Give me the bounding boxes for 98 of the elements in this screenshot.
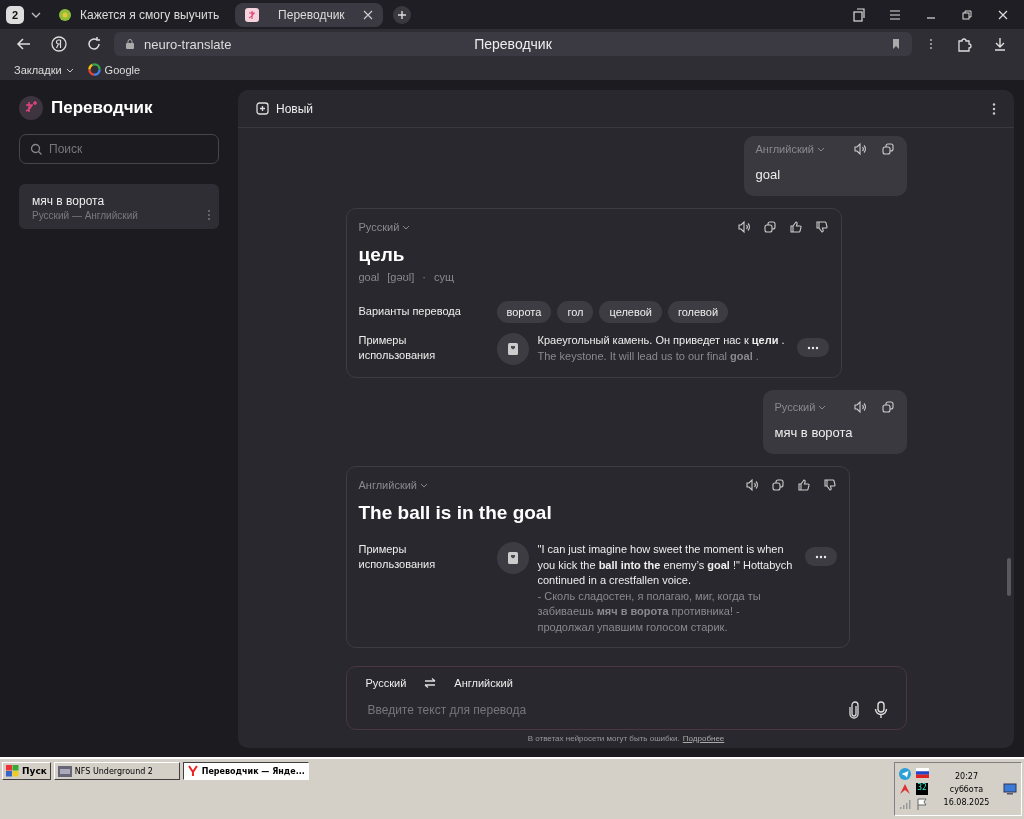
clock-time: 20:27 [954, 771, 979, 781]
tab-count[interactable]: 2 [6, 5, 24, 24]
book-icon [496, 333, 529, 365]
variant-chip[interactable]: ворота [496, 301, 552, 323]
new-tab-icon[interactable] [393, 5, 412, 24]
app-title: Переводчик [51, 98, 153, 118]
flag-icon[interactable] [916, 798, 928, 810]
section-label: Варианты перевода [358, 304, 462, 320]
language-select[interactable]: Русский [358, 221, 411, 233]
query-text: goal [755, 167, 782, 182]
variant-chip[interactable]: гол [557, 301, 594, 323]
bookmarks-folder[interactable]: Закладки [14, 63, 74, 76]
browser-tab[interactable]: Кажется я смогу выучить [48, 2, 230, 27]
download-icon[interactable] [992, 36, 1008, 52]
thumbs-down-icon[interactable] [814, 220, 829, 234]
windows-logo-icon [6, 765, 19, 777]
section-label: Примеры использования [358, 333, 437, 364]
tray-counter[interactable]: 32 [916, 783, 928, 795]
lock-icon [124, 38, 136, 50]
variant-chip[interactable]: целевой [599, 301, 662, 323]
url-text: neuro-translate [144, 36, 232, 52]
translation-input[interactable]: Введите текст для перевода [365, 702, 834, 718]
word-info: · [422, 271, 426, 283]
start-button[interactable]: Пуск [2, 762, 51, 780]
taskbar-button[interactable]: NFS Underground 2 [53, 762, 180, 780]
search-icon [30, 143, 43, 156]
microphone-icon[interactable] [873, 701, 888, 719]
example-sentence: "I can just imagine how sweet the moment is when you kick the ball into the enemy’s goal !" Hottabych continued in a crestfallen voice. [537, 542, 794, 588]
browser-tab[interactable]: Переводчик [235, 2, 384, 27]
example-translation: - Сколь сладостен, я полагаю, миг, когда ты забиваешь мяч в ворота противника! - продолжал упавшим голосом старик. [537, 588, 762, 635]
thumbs-up-icon[interactable] [788, 220, 803, 234]
more-icon [806, 345, 819, 350]
collections-icon[interactable] [852, 7, 866, 22]
more-icon[interactable] [992, 101, 996, 116]
monitor-icon[interactable] [1003, 783, 1017, 795]
thumbs-down-icon[interactable] [822, 478, 837, 492]
arrow-logo-icon[interactable] [899, 783, 911, 795]
variant-chip[interactable]: голевой [667, 301, 729, 323]
swap-icon[interactable] [424, 678, 437, 688]
taskbar-button[interactable]: Переводчик — Янде... [182, 762, 309, 780]
book-icon [496, 542, 529, 574]
example-sentence: Краеугольный камень. Он приведет нас к цели . [537, 333, 786, 348]
bookmark-link[interactable]: Google [87, 63, 141, 76]
speaker-icon[interactable] [736, 220, 751, 234]
scrollbar-thumb[interactable] [1007, 558, 1011, 596]
clock-day: суббота [949, 784, 984, 794]
speaker-icon[interactable] [744, 478, 759, 492]
chevron-down-icon [420, 481, 428, 489]
word-info: [gəʊl] [387, 271, 415, 283]
paperclip-icon[interactable] [847, 701, 860, 719]
address-bar[interactable]: neuro-translate Переводчик [114, 32, 912, 56]
word-info: сущ [434, 271, 455, 283]
plus-square-icon [256, 102, 269, 115]
history-title: мяч в ворота [32, 194, 106, 208]
example-translation: The keystone. It will lead us to our final goal . [537, 348, 760, 364]
clock-date: 16.08.2025 [943, 797, 990, 807]
game-icon [57, 765, 72, 777]
translated-phrase: The ball is in the goal [358, 502, 553, 524]
copy-icon[interactable] [770, 478, 785, 492]
disclaimer-text: В ответах нейросети могут быть ошибки. [527, 734, 680, 743]
thumbs-up-icon[interactable] [796, 478, 811, 492]
translated-word: цель [358, 244, 406, 266]
section-label: Примеры использования [358, 542, 437, 573]
back-icon[interactable] [16, 36, 32, 52]
flower-icon [58, 7, 72, 22]
new-chat-button[interactable]: Новый [256, 101, 314, 116]
more-icon [814, 554, 827, 559]
chevron-down-icon [817, 145, 825, 153]
paper-plane-icon[interactable] [899, 768, 911, 780]
speaker-icon[interactable] [852, 400, 867, 414]
word-info: goal [358, 271, 380, 283]
translator-logo-icon [19, 96, 43, 120]
restore-icon[interactable] [960, 7, 974, 22]
menu-icon[interactable] [888, 7, 902, 22]
search-field[interactable]: Поиск [19, 134, 219, 164]
browser-logo-icon [186, 765, 199, 777]
reload-icon[interactable] [86, 36, 102, 52]
copy-icon[interactable] [880, 400, 895, 414]
language-select[interactable]: Английский [358, 479, 428, 491]
page-title: Переводчик [474, 36, 552, 52]
target-language[interactable]: Английский [454, 677, 513, 689]
chevron-down-icon [818, 403, 827, 411]
bookmark-icon[interactable] [890, 38, 902, 50]
speaker-icon[interactable] [852, 142, 867, 156]
close-icon[interactable] [363, 9, 374, 20]
source-language[interactable]: Русский [365, 677, 407, 689]
browser-logo-icon[interactable] [50, 35, 68, 53]
history-item[interactable]: мяч в ворота Русский — Английский [19, 184, 219, 229]
flag-icon[interactable] [916, 768, 929, 778]
translator-logo-icon [245, 7, 260, 22]
history-languages: Русский — Английский [32, 210, 139, 221]
google-logo-icon [87, 63, 101, 76]
learn-more-link[interactable]: Подробнее [682, 734, 725, 743]
puzzle-icon[interactable] [956, 35, 974, 53]
copy-icon[interactable] [880, 142, 895, 156]
query-text: мяч в ворота [774, 425, 854, 440]
chevron-down-icon [402, 223, 411, 231]
copy-icon[interactable] [762, 220, 777, 234]
